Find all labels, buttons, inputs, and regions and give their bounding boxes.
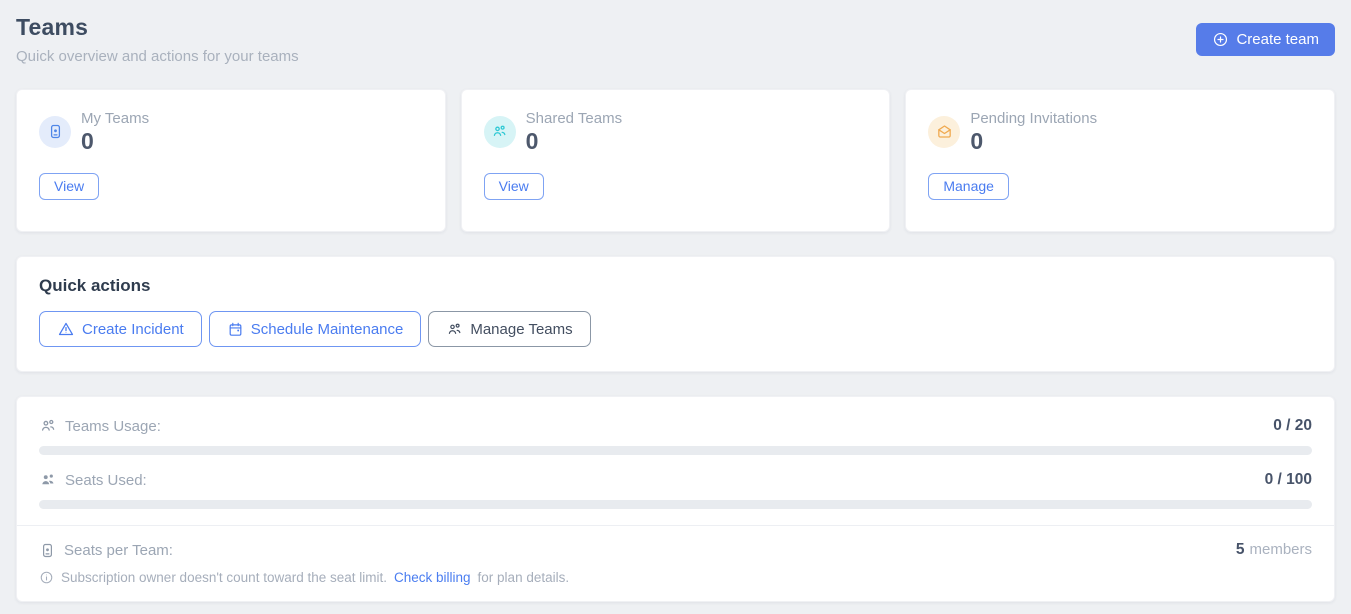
people-filled-icon — [39, 471, 57, 489]
teams-page: Teams Quick overview and actions for you… — [0, 0, 1351, 602]
teams-usage-row: Teams Usage: 0 / 20 — [39, 417, 1312, 435]
quick-actions-card: Quick actions Create Incident — [16, 256, 1335, 372]
page-header: Teams Quick overview and actions for you… — [16, 14, 1335, 65]
manage-invitations-button[interactable]: Manage — [928, 173, 1009, 200]
create-incident-label: Create Incident — [82, 321, 184, 338]
stat-value: 0 — [81, 130, 149, 153]
schedule-maintenance-label: Schedule Maintenance — [251, 321, 404, 338]
info-icon — [39, 570, 54, 585]
manage-teams-label: Manage Teams — [470, 321, 572, 338]
note-suffix: for plan details. — [478, 570, 570, 585]
seats-used-label-group: Seats Used: — [39, 471, 147, 489]
teams-usage-progressbar — [39, 446, 1312, 455]
seats-per-team-label-group: Seats per Team: — [39, 542, 173, 559]
mail-open-icon — [928, 116, 960, 148]
shared-teams-card: Shared Teams 0 View — [461, 89, 891, 232]
create-incident-button[interactable]: Create Incident — [39, 311, 202, 347]
manage-teams-button[interactable]: Manage Teams — [428, 311, 590, 347]
stat-label: Shared Teams — [526, 110, 622, 127]
plus-circle-icon — [1212, 31, 1229, 48]
seats-used-progressbar — [39, 500, 1312, 509]
quick-actions-buttons: Create Incident Schedule Maintenance — [39, 311, 1312, 347]
seats-used-label: Seats Used: — [65, 472, 147, 489]
teams-usage-value: 0 / 20 — [1273, 417, 1312, 435]
people-outline-icon — [39, 417, 57, 435]
page-title: Teams — [16, 14, 299, 41]
teams-usage-label: Teams Usage: — [65, 418, 161, 435]
people-icon — [484, 116, 516, 148]
quick-actions-title: Quick actions — [39, 276, 1312, 296]
people-icon — [446, 321, 463, 338]
warning-icon — [57, 320, 75, 338]
teams-usage-label-group: Teams Usage: — [39, 417, 161, 435]
stat-texts: My Teams 0 — [81, 110, 149, 153]
create-team-button[interactable]: Create team — [1196, 23, 1335, 56]
stat-label: Pending Invitations — [970, 110, 1097, 127]
page-header-text: Teams Quick overview and actions for you… — [16, 14, 299, 65]
seats-per-team-value-group: 5 members — [1236, 541, 1312, 559]
my-teams-card: My Teams 0 View — [16, 89, 446, 232]
note-text: Subscription owner doesn't count toward … — [61, 570, 387, 585]
stat-top: My Teams 0 — [39, 110, 423, 153]
view-shared-teams-button[interactable]: View — [484, 173, 544, 200]
seats-per-team-label: Seats per Team: — [64, 542, 173, 559]
contact-badge-icon — [39, 116, 71, 148]
seats-per-team-unit: members — [1249, 541, 1312, 558]
seats-used-value: 0 / 100 — [1265, 471, 1312, 489]
stat-value: 0 — [526, 130, 622, 153]
stat-top: Pending Invitations 0 — [928, 110, 1312, 153]
stat-top: Shared Teams 0 — [484, 110, 868, 153]
stat-label: My Teams — [81, 110, 149, 127]
seats-per-team-row: Seats per Team: 5 members — [39, 541, 1312, 559]
create-team-label: Create team — [1236, 31, 1319, 48]
check-billing-link[interactable]: Check billing — [394, 570, 471, 585]
seat-limit-note: Subscription owner doesn't count toward … — [39, 570, 1312, 585]
usage-card: Teams Usage: 0 / 20 Seats Used: 0 — [16, 396, 1335, 602]
stat-texts: Shared Teams 0 — [526, 110, 622, 153]
pending-invitations-card: Pending Invitations 0 Manage — [905, 89, 1335, 232]
stat-value: 0 — [970, 130, 1097, 153]
usage-divider — [17, 525, 1334, 526]
seats-per-team-value: 5 — [1236, 541, 1245, 559]
stat-texts: Pending Invitations 0 — [970, 110, 1097, 153]
calendar-icon — [227, 321, 244, 338]
schedule-maintenance-button[interactable]: Schedule Maintenance — [209, 311, 422, 347]
view-my-teams-button[interactable]: View — [39, 173, 99, 200]
page-subtitle: Quick overview and actions for your team… — [16, 48, 299, 65]
seats-used-row: Seats Used: 0 / 100 — [39, 471, 1312, 489]
contact-badge-icon — [39, 542, 56, 559]
stat-cards-row: My Teams 0 View Shared Teams — [16, 89, 1335, 232]
